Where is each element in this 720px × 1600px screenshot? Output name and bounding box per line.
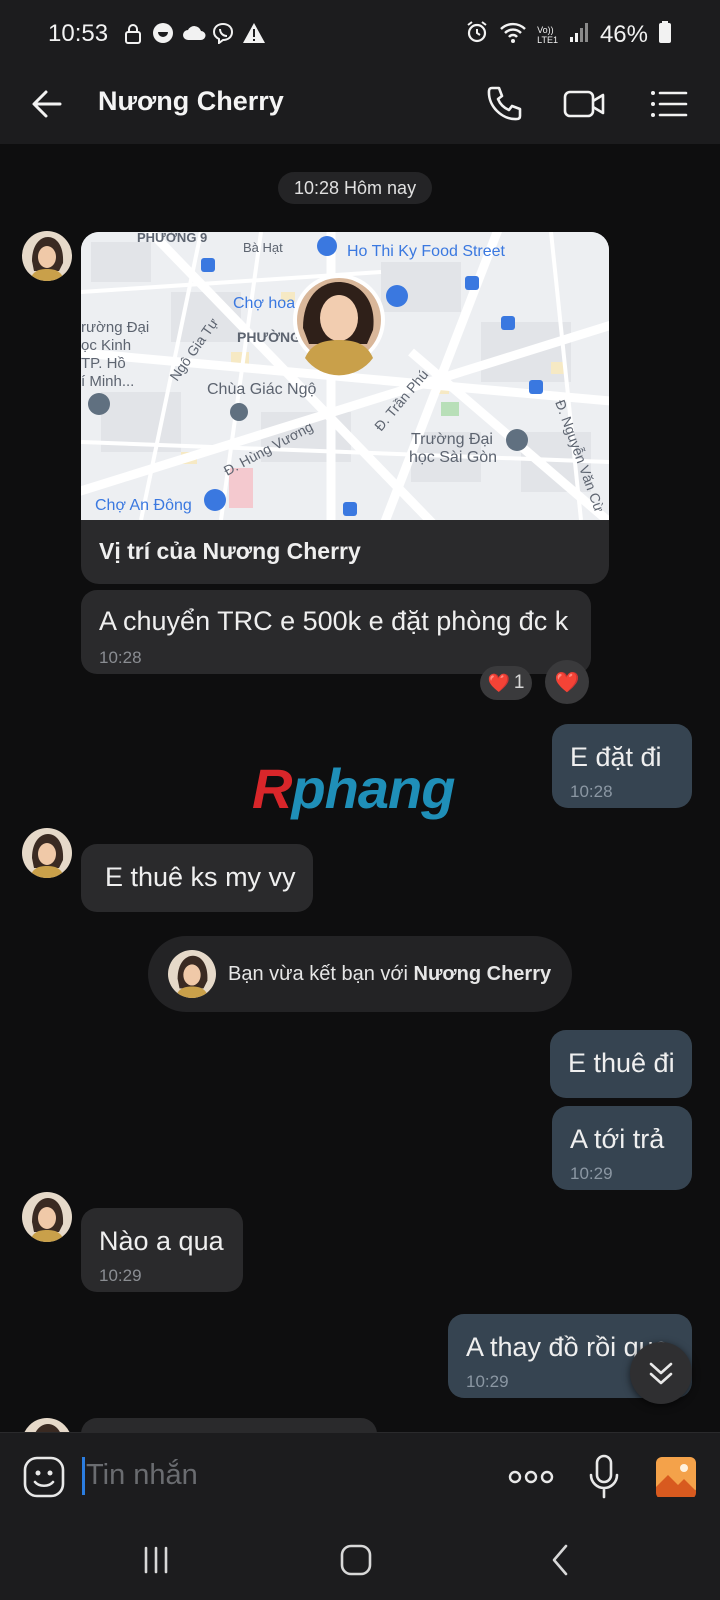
sticker-icon <box>23 1456 65 1498</box>
system-message-name[interactable]: Nương Cherry <box>414 963 552 985</box>
message-input-placeholder: Tin nhắn <box>86 1459 198 1491</box>
message-bubble-incoming[interactable]: E thuê ks my vy <box>81 844 313 912</box>
signal-icon <box>568 21 590 48</box>
message-time: 10:29 <box>99 1266 142 1285</box>
viber-icon <box>212 22 234 45</box>
page-title[interactable]: Nương Cherry <box>98 86 284 117</box>
avatar[interactable] <box>22 231 72 281</box>
message-input-bar: Tin nhắn <box>0 1432 720 1518</box>
map-label: PHƯỜNG 9 <box>137 232 207 245</box>
back-nav-icon <box>552 1544 568 1576</box>
chat-header: Nương Cherry <box>0 62 720 144</box>
heart-icon: ❤️ <box>487 672 510 693</box>
warning-icon <box>242 22 265 44</box>
alarm-icon <box>465 20 489 49</box>
reaction-count-text: 1 <box>513 672 525 693</box>
date-divider: 10:28 Hôm nay <box>278 172 433 204</box>
message-time: 10:28 <box>99 648 142 667</box>
message-bubble-outgoing[interactable]: E đặt đi 10:28 <box>552 724 692 808</box>
volte-icon: Vo)) LTE1 <box>537 24 558 45</box>
map-label: rường Đại <box>81 319 149 336</box>
status-notification-icons <box>122 22 265 45</box>
chevrons-down-icon <box>649 1362 673 1385</box>
microphone-icon <box>589 1454 619 1499</box>
voice-message-button[interactable] <box>584 1453 624 1501</box>
location-caption: Vị trí của Nương Cherry <box>99 538 361 564</box>
message-bubble-incoming[interactable]: Nào a qua 10:29 <box>81 1208 243 1292</box>
reaction-count[interactable]: ❤️ 1 <box>480 666 532 700</box>
system-navigation-bar <box>0 1518 720 1600</box>
location-map[interactable]: PHƯỜNG 9 Bà Hạt Ho Thi Ky Food Street Ch… <box>81 232 609 536</box>
send-image-button[interactable] <box>654 1455 698 1499</box>
svg-text:học Sài Gòn: học Sài Gòn <box>409 449 497 466</box>
cloud-icon <box>182 22 206 44</box>
more-options-button[interactable] <box>506 1459 556 1495</box>
avatar[interactable] <box>22 828 72 878</box>
video-call-button[interactable] <box>560 80 608 128</box>
map-label: Chùa Giác Ngộ <box>207 381 316 398</box>
status-time: 10:53 <box>48 20 109 47</box>
lock-icon <box>122 22 144 44</box>
menu-list-icon <box>651 91 688 117</box>
home-button[interactable] <box>334 1538 378 1582</box>
wifi-icon <box>499 20 527 49</box>
scroll-to-bottom-button[interactable] <box>630 1342 692 1404</box>
message-time: 10:28 <box>570 782 613 801</box>
watermark-text: phang <box>291 757 455 820</box>
sticker-button[interactable] <box>22 1455 66 1499</box>
message-time: 10:29 <box>466 1372 509 1391</box>
message-text: A chuyển TRC e 500k e đặt phòng đc k <box>99 606 569 636</box>
message-bubble-incoming[interactable] <box>81 1418 377 1432</box>
svg-text:ọc Kinh: ọc Kinh <box>81 337 131 354</box>
chat-options-button[interactable] <box>644 80 692 128</box>
chat-messages[interactable]: 10:28 Hôm nay PHƯỜNG 9 Bà Hạt Ho Thi Ky … <box>0 144 720 1432</box>
message-time: 10:29 <box>570 1164 613 1183</box>
map-label: Bà Hạt <box>243 240 283 255</box>
phone-icon <box>487 86 522 121</box>
more-dots-icon <box>508 1470 554 1484</box>
recents-icon <box>144 1546 168 1574</box>
friend-added-notice: Bạn vừa kết bạn với Nương Cherry <box>148 936 572 1012</box>
smile-notification-icon <box>152 22 174 44</box>
status-bar: 10:53 Vo)) LTE1 46% <box>0 0 720 62</box>
message-input[interactable]: Tin nhắn <box>82 1453 462 1497</box>
message-bubble-outgoing[interactable]: A tới trả 10:29 <box>552 1106 692 1190</box>
text-caret <box>82 1457 85 1495</box>
message-bubble-incoming[interactable]: A chuyển TRC e 500k e đặt phòng đc k 10:… <box>81 590 591 674</box>
home-icon <box>340 1544 372 1576</box>
svg-text:í Minh...: í Minh... <box>81 373 134 390</box>
back-button[interactable] <box>26 82 70 126</box>
avatar[interactable] <box>168 950 216 998</box>
watermark-logo: Rphang <box>252 757 455 820</box>
status-system-icons: Vo)) LTE1 46% <box>465 20 672 49</box>
message-bubble-outgoing[interactable]: E thuê đi <box>550 1030 692 1098</box>
map-label: Chợ hoa <box>233 295 295 312</box>
avatar[interactable] <box>22 1418 72 1432</box>
message-text: E thuê ks my vy <box>105 862 296 892</box>
video-call-icon <box>563 90 605 118</box>
image-gallery-icon <box>656 1457 696 1499</box>
voice-call-button[interactable] <box>480 80 528 128</box>
avatar[interactable] <box>22 1192 72 1242</box>
back-nav-button[interactable] <box>540 1538 584 1582</box>
location-card[interactable]: PHƯỜNG 9 Bà Hạt Ho Thi Ky Food Street Ch… <box>81 232 609 584</box>
svg-text:Trường Đại: Trường Đại <box>411 431 493 448</box>
map-label: Ho Thi Ky Food Street <box>347 243 506 260</box>
svg-text:TP. Hồ: TP. Hồ <box>81 355 126 372</box>
message-text: A tới trả <box>570 1124 665 1154</box>
recents-button[interactable] <box>134 1538 178 1582</box>
back-arrow-icon <box>32 90 62 118</box>
message-text: E đặt đi <box>570 742 662 772</box>
map-label: Chợ An Đông <box>95 497 192 514</box>
heart-icon: ❤️ <box>554 671 580 694</box>
battery-icon <box>658 20 672 49</box>
message-text: E thuê đi <box>568 1048 675 1078</box>
message-text: Nào a qua <box>99 1226 224 1256</box>
map-label: PHƯỜNG <box>237 328 301 345</box>
my-reaction[interactable]: ❤️ <box>545 660 589 704</box>
system-message-text: Bạn vừa kết bạn với Nương Cherry <box>228 963 552 985</box>
battery-percent: 46% <box>599 20 648 48</box>
